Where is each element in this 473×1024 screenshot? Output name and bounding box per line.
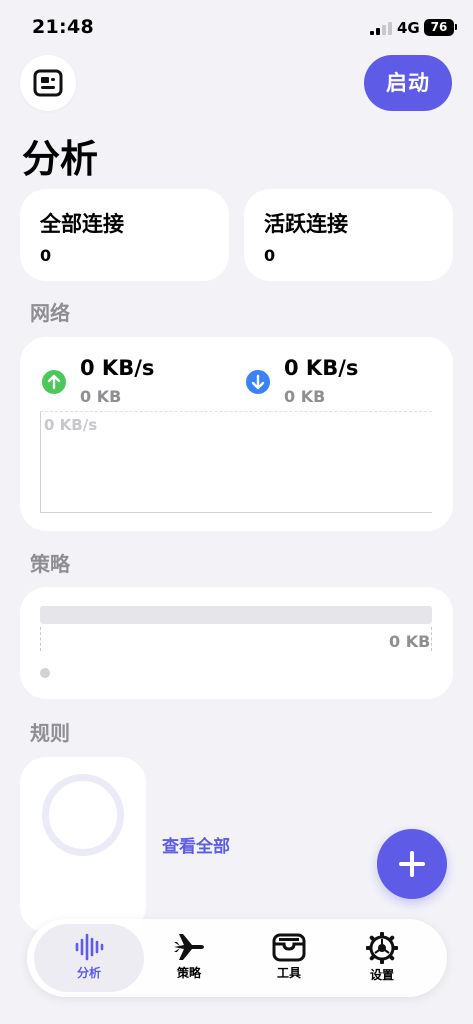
all-connections-value: 0 — [40, 246, 52, 265]
battery-icon: 76 — [424, 19, 454, 36]
all-connections-label: 全部连接 — [40, 212, 124, 236]
status-time: 21:48 — [32, 16, 94, 38]
tab-analysis-label: 分析 — [76, 966, 101, 980]
traffic-chart-label: 0 KB/s — [44, 416, 98, 434]
network-type: 4G — [397, 19, 420, 37]
plus-icon — [399, 851, 425, 877]
download-icon — [246, 370, 270, 394]
tab-settings[interactable]: 设置 — [327, 924, 437, 992]
policy-axis-left — [40, 627, 42, 651]
policy-usage-bar — [40, 606, 432, 624]
signal-icon — [370, 22, 392, 35]
policy-axis-right — [431, 627, 433, 651]
tab-bar: 分析 策略 工具 设置 — [27, 919, 447, 997]
active-connections-value: 0 — [264, 246, 276, 265]
all-connections-card[interactable]: 全部连接 0 — [20, 189, 229, 281]
active-connections-card[interactable]: 活跃连接 0 — [244, 189, 453, 281]
policy-usage-value: 0 KB — [389, 632, 431, 651]
tab-policy-label: 策略 — [176, 966, 201, 980]
policy-legend-dot — [40, 668, 50, 678]
tab-policy[interactable]: 策略 — [134, 924, 244, 992]
download-total: 0 KB — [284, 387, 326, 406]
battery-tip — [455, 24, 457, 30]
view-all-link[interactable]: 查看全部 — [162, 832, 230, 857]
waveform-icon — [75, 933, 104, 961]
active-connections-label: 活跃连接 — [264, 212, 348, 236]
log-button[interactable] — [20, 55, 76, 111]
page-title: 分析 — [22, 137, 99, 181]
rules-section-label: 规则 — [30, 721, 70, 745]
airplane-icon — [174, 934, 204, 960]
upload-speed: 0 KB/s — [80, 356, 155, 380]
gear-icon — [366, 932, 398, 964]
rules-ring-chart — [42, 774, 124, 856]
start-button[interactable]: 启动 — [364, 55, 452, 111]
tab-settings-label: 设置 — [369, 968, 394, 982]
tab-analysis[interactable]: 分析 — [34, 924, 144, 992]
network-section-label: 网络 — [30, 301, 70, 325]
news-icon — [33, 69, 63, 97]
upload-total: 0 KB — [80, 387, 122, 406]
upload-icon — [42, 370, 66, 394]
policy-section-label: 策略 — [30, 552, 70, 576]
download-speed: 0 KB/s — [284, 356, 359, 380]
toolbox-icon — [272, 933, 306, 962]
traffic-chart — [40, 411, 432, 513]
add-button[interactable] — [377, 829, 447, 899]
